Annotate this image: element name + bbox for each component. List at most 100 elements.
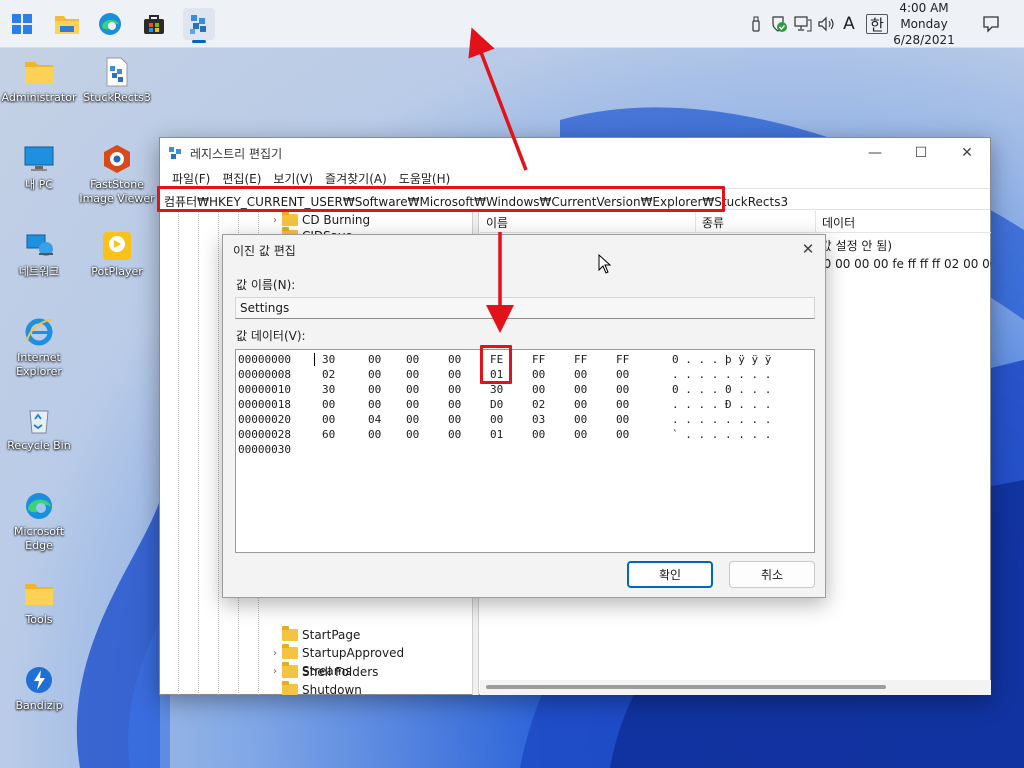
desktop-icon-administrator[interactable]: Administrator (0, 56, 78, 105)
hex-byte[interactable]: 00 (448, 353, 461, 366)
desktop-icon-network[interactable]: 네트워크 (0, 230, 78, 279)
ime-mode-indicator[interactable]: A (840, 14, 858, 34)
taskbar-edge[interactable] (94, 8, 126, 40)
taskbar-clock[interactable]: 4:00 AM Monday 6/28/2021 (884, 0, 964, 48)
desktop-icon-potplayer[interactable]: PotPlayer (78, 230, 156, 279)
hex-byte[interactable]: 00 (406, 398, 419, 411)
hex-byte[interactable]: 00 (532, 368, 545, 381)
scrollbar-thumb[interactable] (486, 685, 886, 689)
start-button[interactable] (6, 8, 38, 40)
hex-byte[interactable]: 00 (406, 413, 419, 426)
ok-button[interactable]: 확인 (627, 561, 713, 588)
menu-edit[interactable]: 편집(E) (216, 168, 267, 188)
taskbar-regedit[interactable] (183, 8, 215, 40)
expand-chevron-icon[interactable]: › (268, 666, 282, 677)
column-type[interactable]: 종류 (696, 211, 816, 232)
hex-byte[interactable]: 03 (532, 413, 545, 426)
hex-byte[interactable]: 00 (574, 368, 587, 381)
hex-row[interactable]: 00000010 30 00 00 00 30 00 00 00 0 . . . 0 . . . (236, 383, 814, 398)
hex-byte[interactable]: 30 (490, 383, 503, 396)
desktop-icon-faststone[interactable]: FastStone Image Viewer (78, 143, 156, 206)
hex-byte[interactable]: FF (532, 353, 545, 366)
column-name[interactable]: 이름 (480, 211, 696, 232)
value-row-data[interactable]: (값 설정 안 됨) (816, 237, 892, 255)
tree-item-shutdown[interactable]: Shutdown (268, 681, 362, 695)
hex-byte[interactable]: 01 (490, 428, 503, 441)
hex-byte[interactable]: 00 (616, 398, 629, 411)
tree-item-startpage[interactable]: StartPage (268, 626, 360, 644)
hex-byte[interactable]: 00 (448, 368, 461, 381)
hex-byte[interactable]: 00 (448, 413, 461, 426)
tree-item-startupapproved[interactable]: › StartupApproved (268, 644, 404, 662)
hex-byte[interactable]: 04 (368, 413, 381, 426)
hex-byte[interactable]: 00 (574, 413, 587, 426)
hex-byte[interactable]: 00 (616, 428, 629, 441)
security-tray-button[interactable] (768, 14, 790, 34)
close-button[interactable]: ✕ (944, 138, 990, 168)
hex-byte[interactable]: 02 (322, 368, 335, 381)
hex-byte[interactable]: 00 (490, 413, 503, 426)
hex-byte[interactable]: 00 (406, 353, 419, 366)
hex-byte[interactable]: 00 (368, 398, 381, 411)
hex-byte[interactable]: 30 (322, 353, 335, 366)
expand-chevron-icon[interactable]: › (268, 648, 282, 659)
hex-byte[interactable]: 30 (322, 383, 335, 396)
hex-row[interactable]: 00000020 00 04 00 00 00 03 00 00 . . . . . . . . (236, 413, 814, 428)
hex-row[interactable]: 00000028 60 00 00 00 01 00 00 00 ` . . . . . . . (236, 428, 814, 443)
cancel-button[interactable]: 취소 (729, 561, 815, 588)
hex-byte[interactable]: 00 (616, 383, 629, 396)
hex-editor[interactable]: 00000000 30 00 00 00 FE FF FF FF 0 . . . þ ÿ ÿ ÿ0… (235, 349, 815, 553)
hex-byte[interactable]: 00 (616, 368, 629, 381)
hex-byte[interactable]: 00 (616, 413, 629, 426)
expand-chevron-icon[interactable]: › (268, 215, 282, 226)
value-row-data[interactable]: 30 00 00 00 fe ff ff ff 02 00 00 (816, 257, 991, 275)
usb-tray-button[interactable] (747, 14, 765, 34)
hex-byte[interactable]: 00 (406, 383, 419, 396)
taskbar-file-explorer[interactable] (51, 8, 83, 40)
menu-view[interactable]: 보기(V) (267, 168, 319, 188)
minimize-button[interactable]: — (852, 138, 898, 168)
hex-byte[interactable]: 00 (574, 383, 587, 396)
hex-byte[interactable]: 02 (532, 398, 545, 411)
desktop-icon-stuckrects3[interactable]: StuckRects3 (78, 56, 156, 105)
tree-item-streams[interactable]: › Streams (268, 662, 352, 680)
desktop-icon-internet-explorer[interactable]: Internet Explorer (0, 316, 78, 379)
desktop-icon-bandizip[interactable]: Bandizip (0, 664, 78, 713)
desktop-icon-this-pc[interactable]: 내 PC (0, 143, 78, 192)
hex-byte[interactable]: 00 (368, 428, 381, 441)
hex-byte[interactable]: 00 (448, 383, 461, 396)
hex-byte[interactable]: 00 (322, 398, 335, 411)
maximize-button[interactable]: ☐ (898, 138, 944, 168)
hex-byte[interactable]: 00 (448, 428, 461, 441)
menu-help[interactable]: 도움말(H) (393, 168, 457, 188)
hex-byte[interactable]: 00 (574, 398, 587, 411)
horizontal-scrollbar[interactable] (480, 680, 991, 695)
taskbar-store[interactable] (138, 8, 170, 40)
hex-byte[interactable]: 60 (322, 428, 335, 441)
hex-byte[interactable]: 00 (574, 428, 587, 441)
hex-row[interactable]: 00000008 02 00 00 00 01 00 00 00. . . . . . . . (236, 368, 814, 383)
hex-byte[interactable]: 00 (448, 398, 461, 411)
network-tray-button[interactable] (792, 14, 814, 34)
column-data[interactable]: 데이터 (816, 211, 991, 232)
hex-byte[interactable]: FF (574, 353, 587, 366)
notifications-button[interactable] (980, 14, 1002, 34)
volume-tray-button[interactable] (816, 14, 836, 34)
value-name-field[interactable]: Settings (235, 297, 815, 319)
menu-favorites[interactable]: 즐겨찾기(A) (319, 168, 393, 188)
hex-byte[interactable]: 00 (406, 368, 419, 381)
desktop-icon-edge[interactable]: Microsoft Edge (0, 490, 78, 553)
desktop-icon-recycle-bin[interactable]: Recycle Bin (0, 404, 78, 453)
hex-byte[interactable]: 00 (532, 383, 545, 396)
hex-byte[interactable]: 00 (406, 428, 419, 441)
dialog-close-button[interactable]: ✕ (797, 238, 819, 260)
window-titlebar[interactable]: 레지스트리 편집기 — ☐ ✕ (160, 138, 990, 168)
hex-byte[interactable]: 00 (322, 413, 335, 426)
hex-byte[interactable]: D0 (490, 398, 503, 411)
hex-row[interactable]: 00000000 30 00 00 00 FE FF FF FF 0 . . . þ ÿ ÿ ÿ (236, 353, 814, 368)
hex-byte[interactable]: FF (616, 353, 629, 366)
hex-row[interactable]: 00000030 (236, 443, 814, 458)
hex-byte[interactable]: 00 (368, 368, 381, 381)
hex-row[interactable]: 00000018 00 00 00 00 D0 02 00 00 . . . . Ð . . . (236, 398, 814, 413)
menu-file[interactable]: 파일(F) (166, 168, 216, 188)
